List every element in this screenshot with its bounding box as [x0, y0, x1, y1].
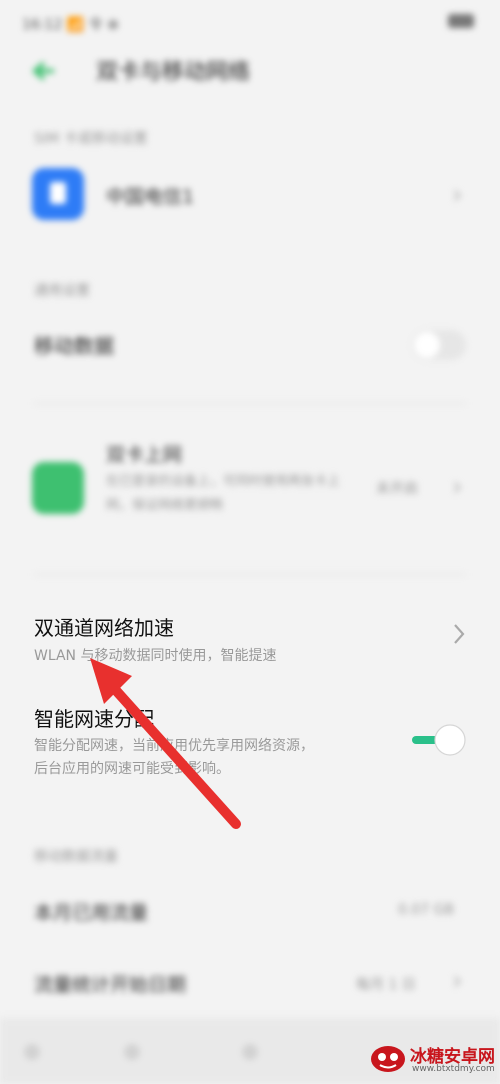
- data-section-label: 移动数据流量: [34, 849, 118, 865]
- sim-card-icon: [32, 168, 84, 220]
- smart-speed-toggle[interactable]: [410, 722, 468, 758]
- stats-start-value: 每月 1 日: [356, 977, 416, 993]
- status-time: 16:12 📶 令 ⊕: [22, 17, 119, 33]
- dual-sim-desc: 在已登录的设备上，可同时使用两张卡上网，保证网络更顺畅: [106, 474, 341, 513]
- chevron-right-icon: [454, 624, 465, 644]
- general-section-label: 通用设置: [34, 283, 90, 299]
- divider: [34, 574, 466, 575]
- sim-section-label: SIM 卡或移动设置: [34, 131, 148, 147]
- monthly-usage-value: 0.07 GB: [398, 902, 455, 918]
- dual-channel-title: 双通道网络加速: [34, 616, 174, 640]
- chevron-right-icon: ›: [452, 180, 463, 210]
- mobile-data-label: 移动数据: [34, 334, 114, 358]
- dual-sim-icon: [32, 462, 84, 514]
- nav-back-icon[interactable]: [24, 1044, 40, 1060]
- chevron-right-icon: ›: [452, 966, 463, 996]
- sim-name: 中国电信1: [106, 186, 195, 208]
- stats-start-label: 流量统计开始日期: [34, 974, 187, 996]
- title-bar: 双卡与移动网络: [0, 46, 500, 96]
- smart-speed-desc-line2: 后台应用的网速可能受到影响。: [34, 761, 230, 777]
- status-bar: 16:12 📶 令 ⊕: [0, 0, 500, 46]
- dual-sim-state: 未开启: [376, 481, 418, 497]
- watermark-url: www.btxtdmy.com: [412, 1064, 495, 1074]
- dual-sim-title: 双卡上网: [106, 444, 183, 466]
- nav-recent-icon[interactable]: [242, 1044, 258, 1060]
- watermark: 冰糖安卓网 www.btxtdmy.com: [370, 1040, 498, 1080]
- watermark-logo-icon: [371, 1046, 405, 1072]
- battery-icon: [448, 14, 474, 28]
- smart-speed-title: 智能网速分配: [34, 707, 154, 731]
- chevron-right-icon: ›: [452, 472, 463, 502]
- dual-channel-desc: WLAN 与移动数据同时使用，智能提速: [34, 648, 277, 664]
- mobile-data-toggle[interactable]: [412, 330, 466, 360]
- smart-speed-desc-line1: 智能分配网速，当前应用优先享用网络资源，: [34, 738, 314, 754]
- monthly-usage-label: 本月已用流量: [34, 902, 149, 924]
- nav-home-icon[interactable]: [124, 1044, 140, 1060]
- divider: [34, 403, 466, 404]
- page-title: 双卡与移动网络: [96, 60, 251, 85]
- back-arrow-icon[interactable]: [32, 60, 56, 82]
